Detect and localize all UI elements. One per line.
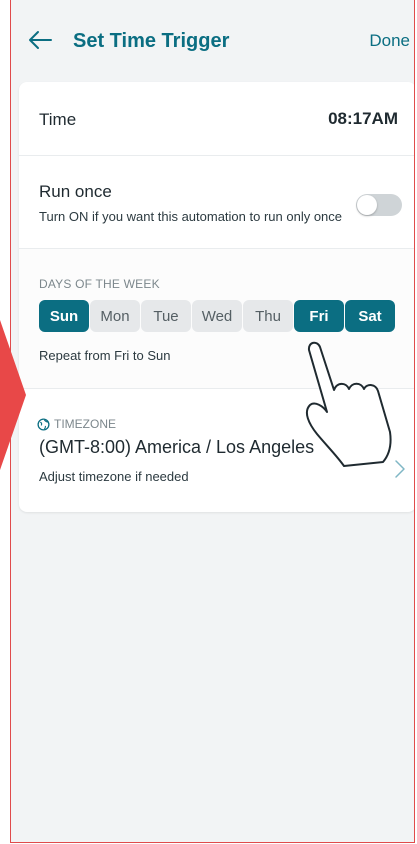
done-button[interactable]: Done [369, 31, 410, 51]
repeat-summary: Repeat from Fri to Sun [39, 348, 171, 363]
day-sat-button[interactable]: Sat [345, 300, 395, 332]
trigger-settings-card: Time 08:17AM Run once Turn ON if you wan… [19, 82, 414, 512]
page-title: Set Time Trigger [73, 30, 230, 52]
days-heading: DAYS OF THE WEEK [39, 277, 160, 291]
timezone-description: Adjust timezone if needed [39, 469, 189, 484]
timezone-heading-label: TIMEZONE [54, 417, 116, 431]
timezone-row[interactable]: TIMEZONE (GMT-8:00) America / Los Angele… [19, 389, 414, 512]
app-screen: Set Time Trigger Done Time 08:17AM Run o… [10, 0, 415, 843]
day-selector: Sun Mon Tue Wed Thu Fri Sat [39, 300, 395, 332]
day-wed-button[interactable]: Wed [192, 300, 242, 332]
run-once-description: Turn ON if you want this automation to r… [39, 209, 343, 224]
run-once-toggle[interactable] [356, 194, 402, 216]
timezone-value: (GMT-8:00) America / Los Angeles [39, 437, 315, 457]
chevron-right-icon[interactable] [394, 459, 406, 479]
time-value[interactable]: 08:17AM [328, 109, 398, 129]
run-once-label: Run once [39, 182, 112, 201]
day-sun-button[interactable]: Sun [39, 300, 89, 332]
side-arrow-marker [0, 320, 26, 470]
day-thu-button[interactable]: Thu [243, 300, 293, 332]
toggle-knob [357, 195, 377, 215]
time-label: Time [39, 110, 77, 129]
day-mon-button[interactable]: Mon [90, 300, 140, 332]
header: Set Time Trigger Done [11, 0, 414, 72]
days-of-week-section: DAYS OF THE WEEK Sun Mon Tue Wed Thu Fri… [19, 249, 414, 389]
day-tue-button[interactable]: Tue [141, 300, 191, 332]
arrow-left-icon[interactable] [27, 29, 53, 51]
timezone-heading: TIMEZONE [37, 417, 116, 431]
time-row[interactable]: Time 08:17AM [19, 82, 414, 156]
day-fri-button[interactable]: Fri [294, 300, 344, 332]
run-once-row: Run once Turn ON if you want this automa… [19, 156, 414, 249]
globe-icon [37, 417, 50, 431]
